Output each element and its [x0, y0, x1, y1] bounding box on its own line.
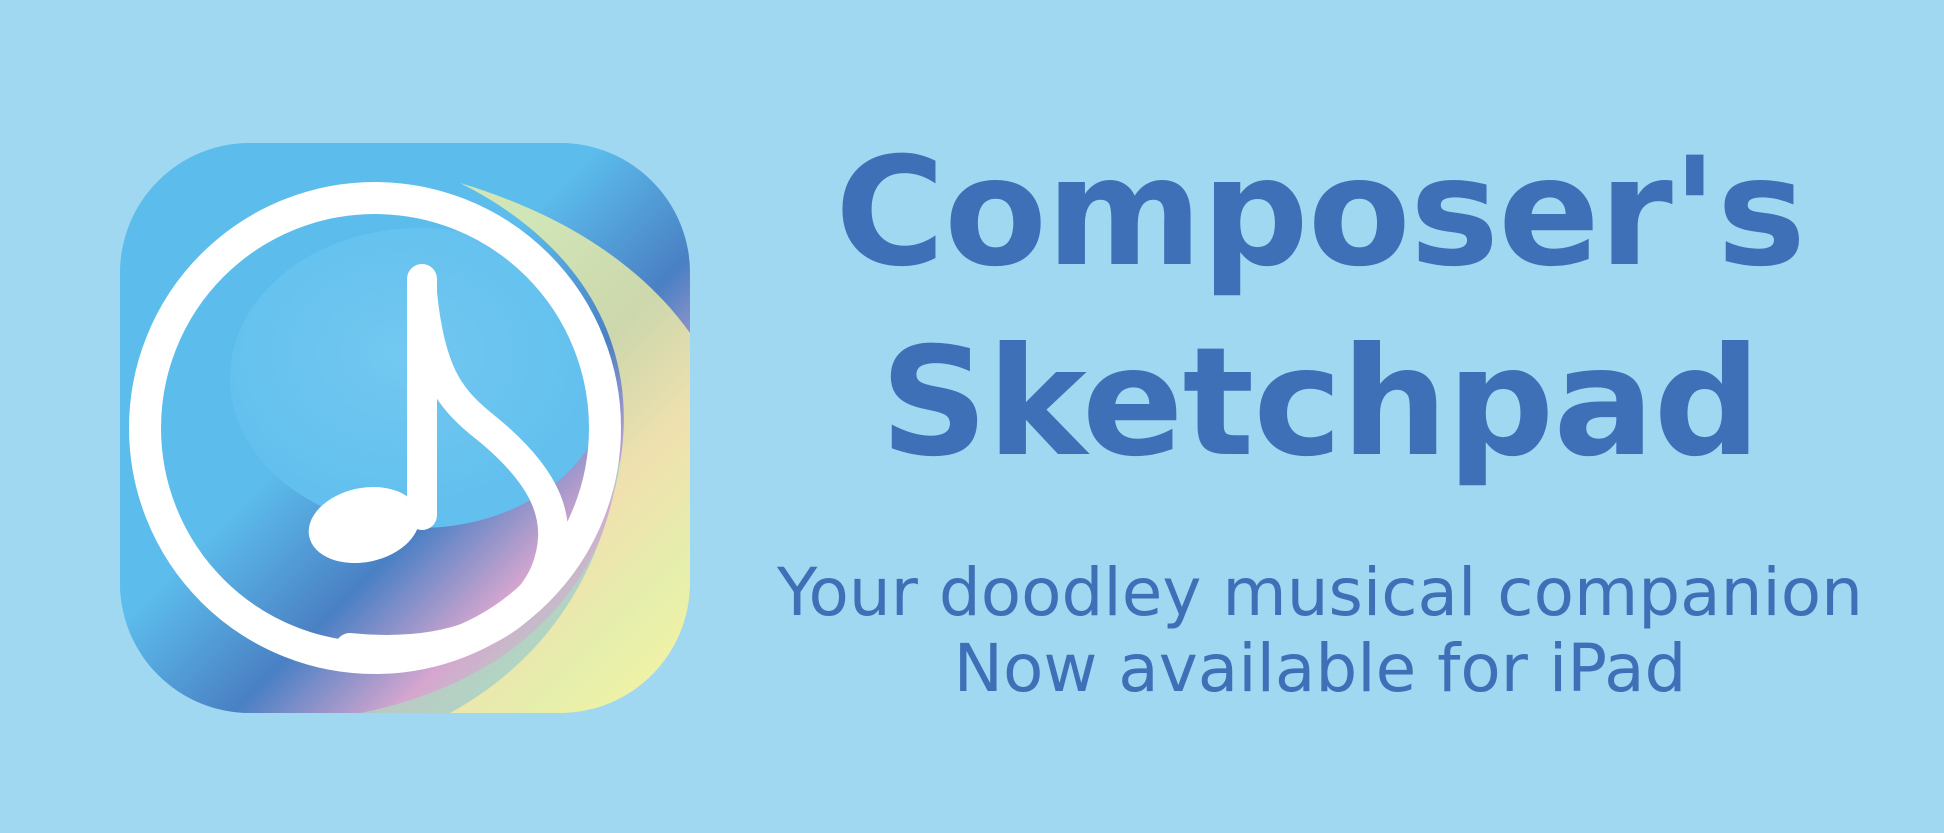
promo-banner: Composer's Sketchpad Your doodley musica… — [0, 0, 1944, 833]
eighth-note-icon — [120, 143, 690, 713]
availability-text: Now available for iPad — [953, 630, 1687, 707]
tagline: Your doodley musical companion — [777, 554, 1863, 631]
app-title-line-1: Composer's — [834, 126, 1806, 300]
app-title-line-2: Sketchpad — [880, 316, 1761, 490]
app-icon — [120, 143, 690, 713]
